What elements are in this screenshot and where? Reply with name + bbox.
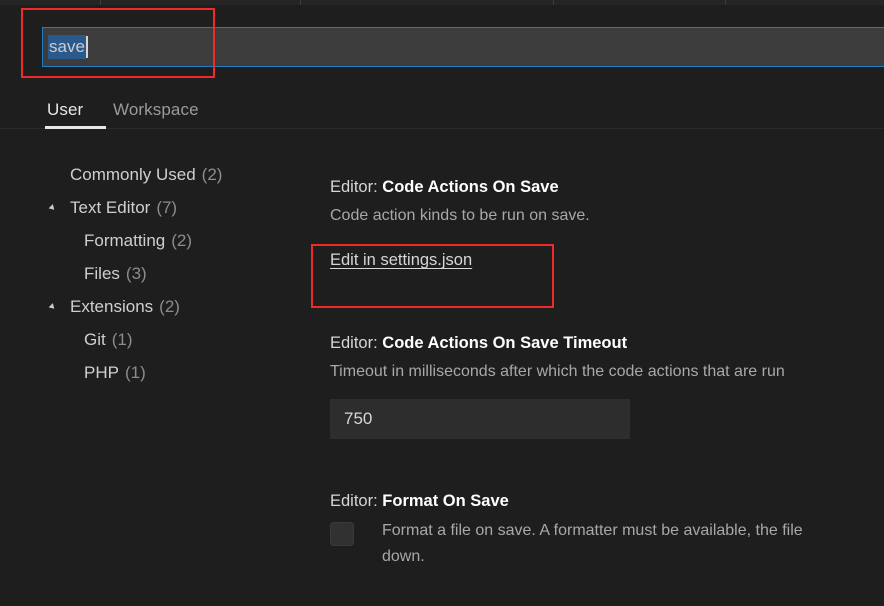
setting-description: Timeout in milliseconds after which the … bbox=[330, 363, 785, 380]
settings-editor: save User Workspace Commonly Used (2) Te… bbox=[0, 0, 884, 606]
setting-format-on-save: Editor: Format On Save Format a file on … bbox=[330, 492, 884, 569]
text-caret bbox=[85, 36, 88, 58]
setting-description-line1: Format a file on save. A formatter must … bbox=[382, 522, 803, 539]
setting-title: Editor: Code Actions On Save Timeout bbox=[330, 334, 884, 353]
toc-item-count: (3) bbox=[125, 263, 147, 283]
tab-active-underline bbox=[45, 126, 106, 129]
toc-item-count: (2) bbox=[201, 164, 223, 184]
settings-scope-tabs: User Workspace bbox=[0, 88, 884, 132]
settings-toc: Commonly Used (2) Text Editor (7) Format… bbox=[0, 150, 310, 606]
tab-divider bbox=[300, 0, 301, 5]
toc-item-label: PHP bbox=[84, 362, 119, 382]
setting-category: Editor: bbox=[330, 492, 383, 510]
toc-item-count: (1) bbox=[111, 329, 133, 349]
toc-item-count: (2) bbox=[159, 296, 180, 316]
setting-category: Editor: bbox=[330, 334, 383, 352]
chevron-expanded-icon[interactable] bbox=[48, 302, 57, 311]
setting-description-line2: down. bbox=[382, 547, 425, 565]
toc-item-count: (1) bbox=[124, 362, 146, 382]
tab-divider bbox=[100, 0, 101, 5]
toc-item-formatting[interactable]: Formatting (2) bbox=[84, 224, 192, 257]
setting-name: Code Actions On Save Timeout bbox=[382, 334, 628, 352]
setting-name: Format On Save bbox=[382, 492, 509, 510]
toc-item-label: Extensions bbox=[70, 296, 154, 316]
settings-list: Editor: Code Actions On Save Code action… bbox=[330, 160, 884, 606]
toc-item-label: Commonly Used bbox=[70, 164, 196, 184]
setting-code-actions-on-save-timeout: Editor: Code Actions On Save Timeout Tim… bbox=[330, 334, 884, 440]
tab-user-label: User bbox=[47, 99, 84, 119]
tabs-baseline bbox=[0, 128, 884, 129]
setting-category: Editor: bbox=[330, 178, 383, 196]
toc-item-php[interactable]: PHP (1) bbox=[84, 356, 146, 389]
setting-name: Code Actions On Save bbox=[382, 178, 559, 196]
tab-divider bbox=[553, 0, 554, 5]
tab-divider bbox=[725, 0, 726, 5]
setting-description: Code action kinds to be run on save. bbox=[330, 207, 590, 224]
tab-workspace-label: Workspace bbox=[113, 99, 199, 119]
toc-item-label: Files bbox=[84, 263, 120, 283]
toc-item-text-editor[interactable]: Text Editor (7) bbox=[48, 191, 178, 224]
setting-title: Editor: Format On Save bbox=[330, 492, 884, 511]
search-input-value: save bbox=[48, 35, 86, 59]
toc-item-git[interactable]: Git (1) bbox=[84, 323, 133, 356]
settings-search-input[interactable]: save bbox=[42, 27, 884, 67]
toc-item-label: Formatting bbox=[84, 230, 166, 250]
edit-in-settings-json-link[interactable]: Edit in settings.json bbox=[330, 251, 472, 270]
format-on-save-checkbox[interactable] bbox=[330, 522, 354, 546]
search-row: save bbox=[0, 6, 884, 88]
tab-user[interactable]: User bbox=[47, 88, 83, 131]
toc-item-label: Git bbox=[84, 329, 106, 349]
toc-item-count: (7) bbox=[156, 197, 178, 217]
chevron-expanded-icon[interactable] bbox=[48, 203, 57, 212]
toc-item-count: (2) bbox=[171, 230, 193, 250]
format-on-save-row: Format a file on save. A formatter must … bbox=[330, 518, 884, 569]
toc-item-extensions[interactable]: Extensions (2) bbox=[48, 290, 180, 323]
code-actions-timeout-input[interactable] bbox=[330, 399, 630, 440]
setting-code-actions-on-save: Editor: Code Actions On Save Code action… bbox=[330, 178, 884, 270]
toc-item-commonly-used[interactable]: Commonly Used (2) bbox=[70, 158, 222, 191]
setting-title: Editor: Code Actions On Save bbox=[330, 178, 884, 197]
toc-item-files[interactable]: Files (3) bbox=[84, 257, 147, 290]
toc-item-label: Text Editor bbox=[70, 197, 151, 217]
tab-workspace[interactable]: Workspace bbox=[113, 88, 199, 131]
setting-description: Format a file on save. A formatter must … bbox=[382, 518, 803, 569]
